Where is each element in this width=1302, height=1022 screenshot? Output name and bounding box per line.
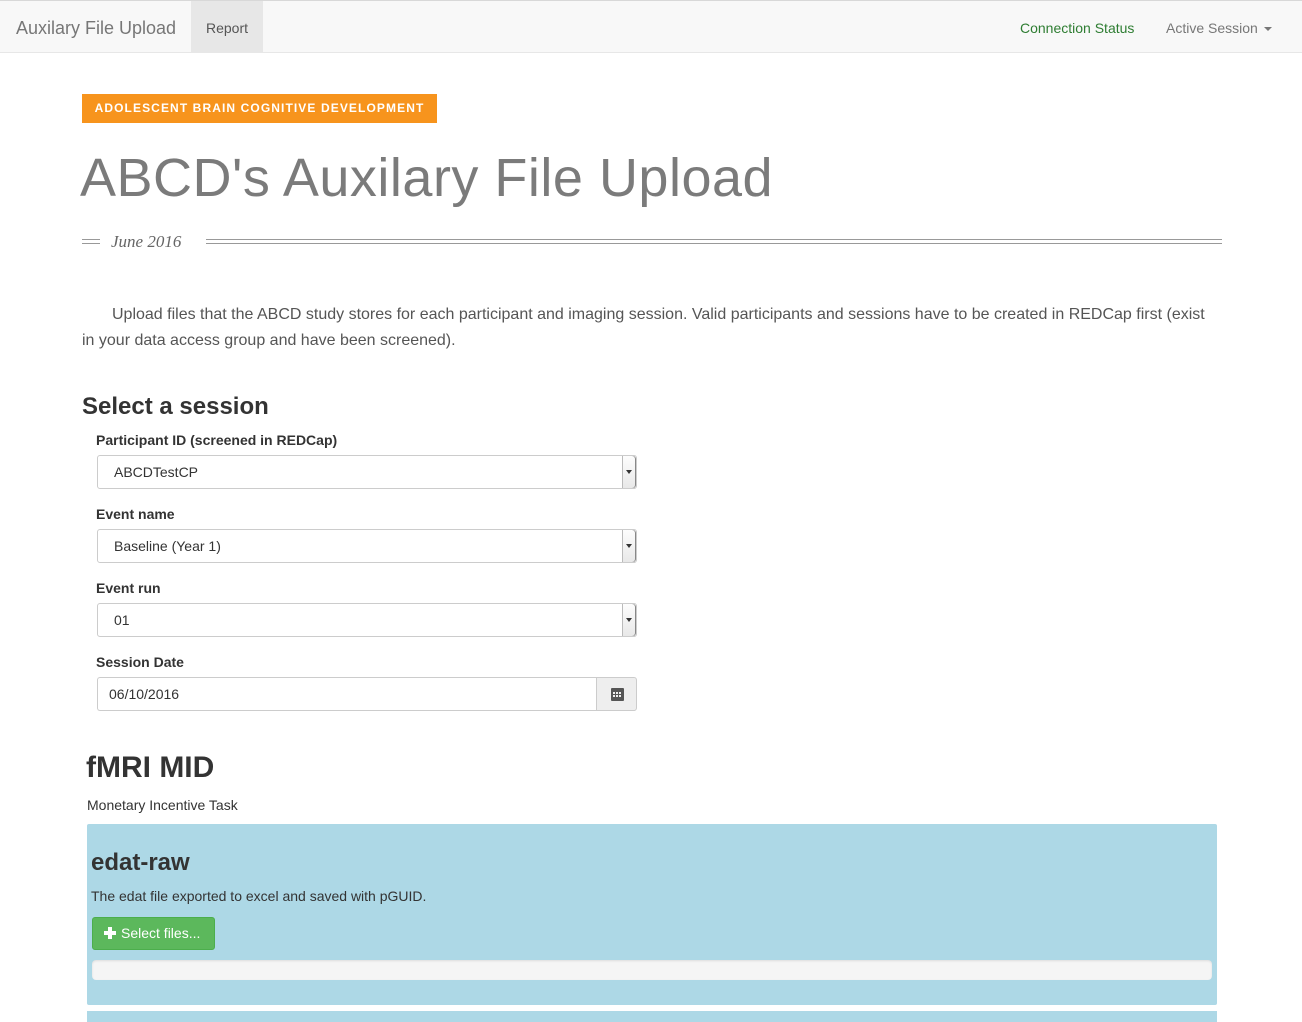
upload-panel-next xyxy=(87,1011,1217,1022)
nav-item-active-session[interactable]: Active Session xyxy=(1166,1,1272,53)
rule-right-divider xyxy=(206,239,1222,244)
participant-id-label: Participant ID (screened in REDCap) xyxy=(96,432,338,448)
session-date-label: Session Date xyxy=(96,654,184,670)
event-run-select[interactable]: 01 xyxy=(97,603,637,637)
calendar-icon xyxy=(611,688,624,701)
participant-id-select[interactable]: ABCDTestCP xyxy=(97,455,637,489)
upload-panel: edat-raw The edat file exported to excel… xyxy=(87,824,1217,1005)
select-files-label: Select files... xyxy=(121,925,201,941)
task-subtitle: Monetary Incentive Task xyxy=(87,797,238,813)
plus-icon xyxy=(104,927,116,939)
navbar: Auxilary File Upload Report Connection S… xyxy=(0,0,1302,53)
date-rule: June 2016 xyxy=(82,232,1222,252)
event-name-label: Event name xyxy=(96,506,175,522)
event-run-label: Event run xyxy=(96,580,161,596)
select-files-button[interactable]: Select files... xyxy=(92,917,215,950)
select-arrow-icon xyxy=(622,604,636,636)
active-session-label: Active Session xyxy=(1166,20,1258,36)
upload-panel-title: edat-raw xyxy=(91,849,190,876)
participant-id-value: ABCDTestCP xyxy=(114,464,199,480)
nav-item-report[interactable]: Report xyxy=(191,1,263,53)
event-name-value: Baseline (Year 1) xyxy=(114,538,221,554)
task-title: fMRI MID xyxy=(86,751,215,784)
session-date-input[interactable]: 06/10/2016 xyxy=(97,677,596,711)
event-run-value: 01 xyxy=(114,612,130,628)
select-arrow-icon xyxy=(622,530,636,562)
select-arrow-icon xyxy=(622,456,636,488)
project-badge: ADOLESCENT BRAIN COGNITIVE DEVELOPMENT xyxy=(82,94,437,123)
upload-progress-bar xyxy=(92,960,1212,980)
caret-down-icon xyxy=(1263,27,1272,32)
intro-text: Upload files that the ABCD study stores … xyxy=(82,306,1205,349)
session-heading: Select a session xyxy=(82,393,269,420)
navbar-brand[interactable]: Auxilary File Upload xyxy=(16,17,176,39)
upload-panel-description: The edat file exported to excel and save… xyxy=(91,888,427,904)
calendar-button[interactable] xyxy=(596,677,637,711)
rule-left-divider xyxy=(82,239,100,244)
page-date: June 2016 xyxy=(111,232,182,251)
event-name-select[interactable]: Baseline (Year 1) xyxy=(97,529,637,563)
nav-item-connection-status[interactable]: Connection Status xyxy=(1020,1,1134,53)
page-title: ABCD's Auxilary File Upload xyxy=(80,148,774,208)
